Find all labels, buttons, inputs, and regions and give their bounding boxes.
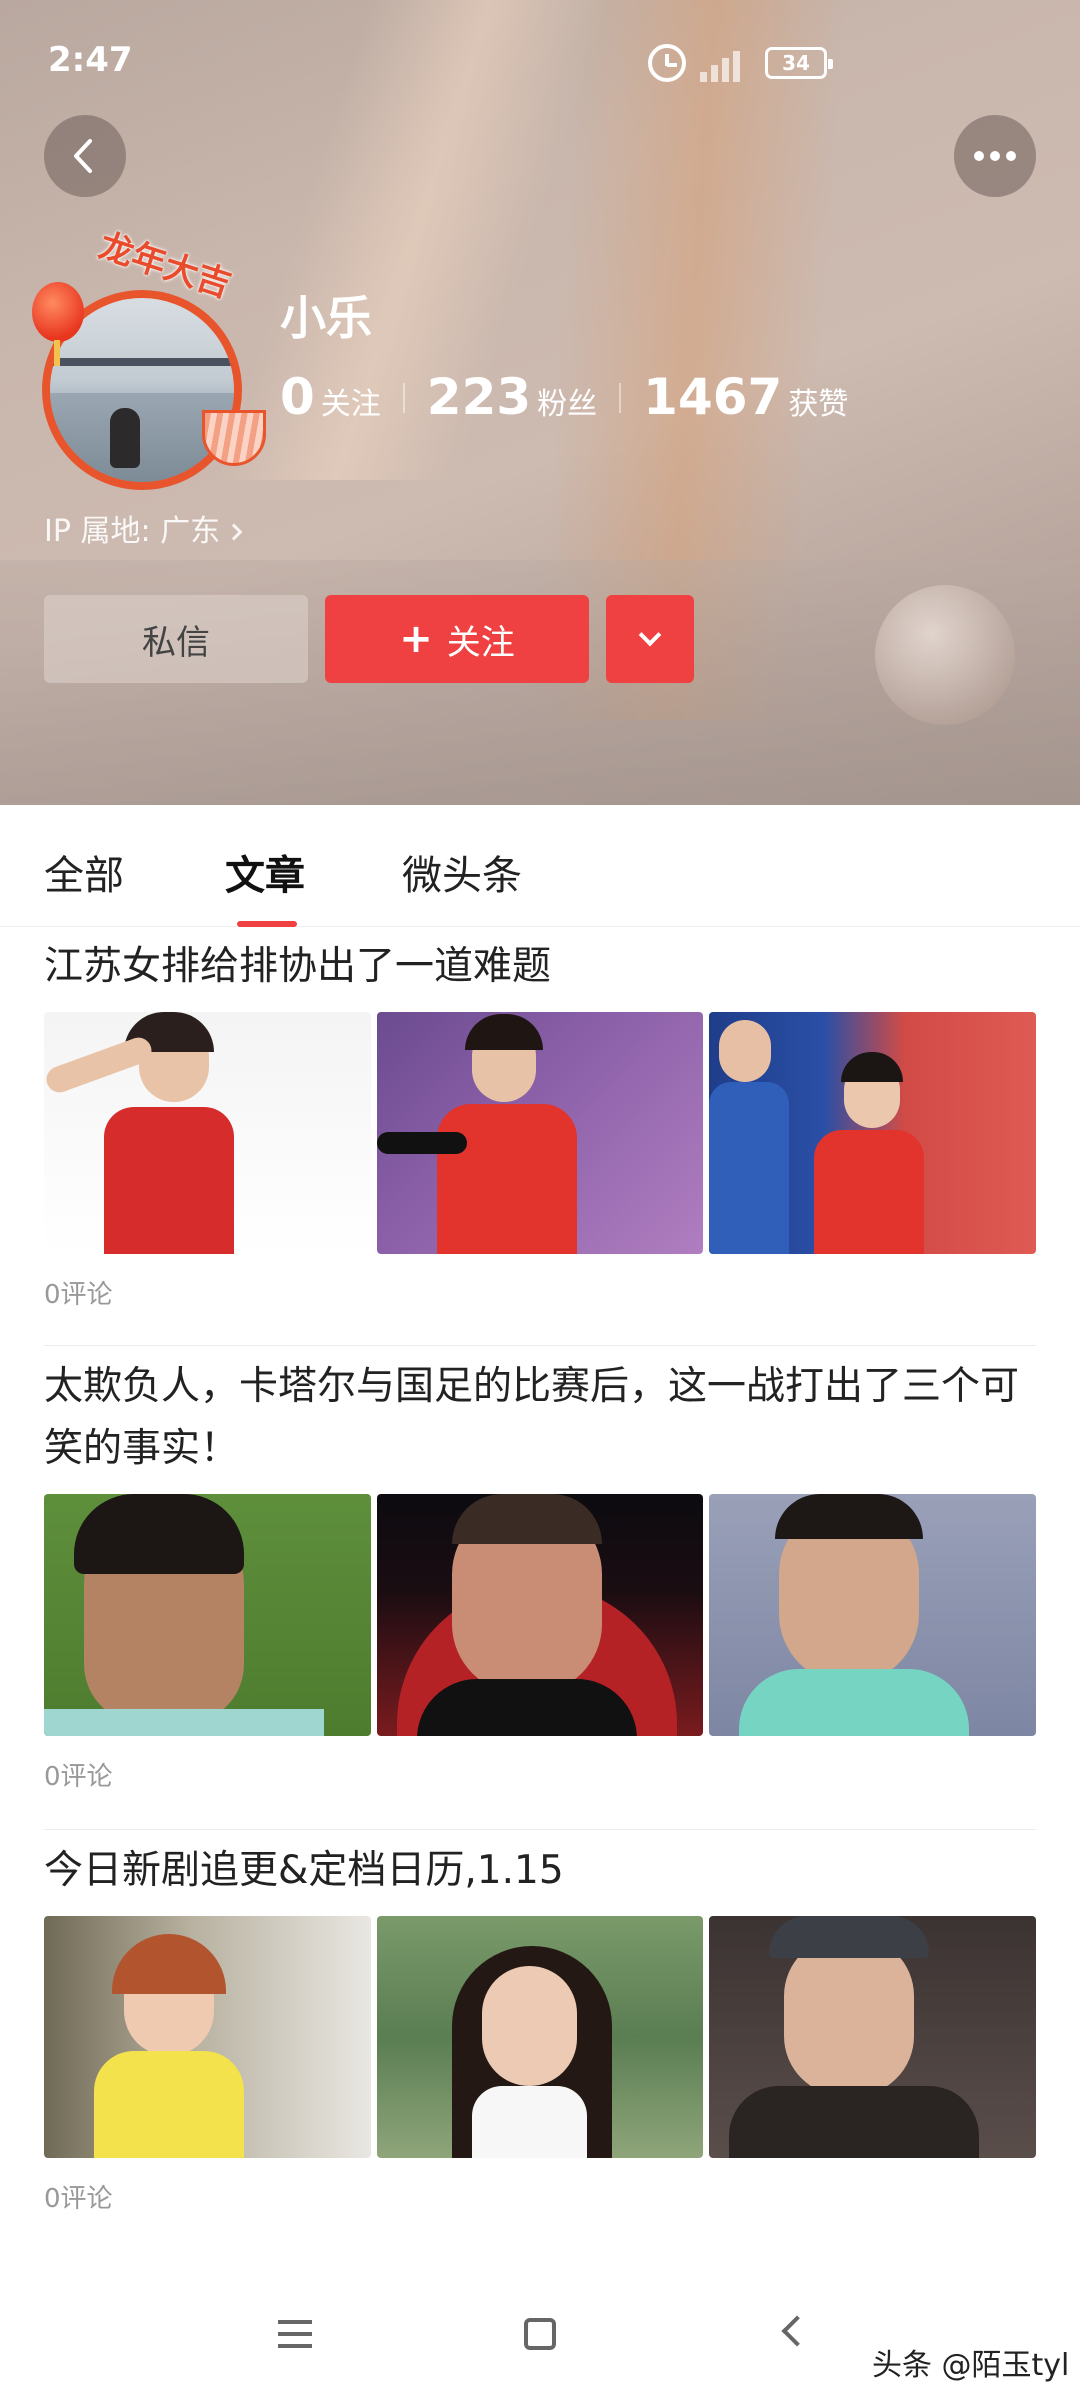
- article-image[interactable]: [376, 1494, 704, 1736]
- more-button[interactable]: [954, 115, 1036, 197]
- ip-location-text: IP 属地: 广东: [44, 514, 221, 549]
- comment-count: 0评论: [44, 1762, 113, 1792]
- content-tabs: 全部 文章 微头条: [0, 805, 1080, 927]
- ip-location[interactable]: IP 属地: 广东: [44, 506, 243, 550]
- tab-articles[interactable]: 文章: [225, 843, 305, 901]
- back-button[interactable]: [44, 115, 126, 197]
- article-title[interactable]: 今日新剧追更&定档日历,1.15: [44, 1840, 1036, 1902]
- article-title[interactable]: 太欺负人，卡塔尔与国足的比赛后，这一战打出了三个可笑的事实！: [44, 1356, 1036, 1480]
- stat-divider: [619, 383, 622, 413]
- chevron-down-icon: [638, 623, 662, 647]
- menu-icon[interactable]: [278, 2320, 312, 2348]
- watermark: 头条 @陌玉tyl: [872, 2348, 1070, 2383]
- divider: [44, 1345, 1036, 1346]
- plus-icon: +: [399, 616, 433, 662]
- article-card[interactable]: 江苏女排给排协出了一道难题 0评论: [44, 936, 1037, 1311]
- lantern-icon: [32, 282, 84, 366]
- article-image[interactable]: [376, 1916, 704, 2158]
- following-label[interactable]: 关注: [321, 379, 381, 423]
- article-image[interactable]: [709, 1916, 1037, 2158]
- comment-count: 0评论: [44, 1280, 113, 1310]
- article-card[interactable]: 今日新剧追更&定档日历,1.15 0评论: [44, 1840, 1037, 2215]
- likes-count: 1467: [643, 368, 783, 426]
- message-button[interactable]: 私信: [44, 595, 308, 683]
- article-image[interactable]: [44, 1012, 371, 1254]
- article-images: [44, 1012, 1037, 1254]
- back-arrow-icon: [74, 139, 92, 173]
- fan-icon: [202, 410, 266, 466]
- status-time: 2:47: [48, 40, 133, 80]
- divider: [44, 1829, 1036, 1830]
- followers-label[interactable]: 粉丝: [537, 379, 597, 423]
- header-bg-ball: [875, 585, 1015, 725]
- article-image[interactable]: [709, 1012, 1037, 1254]
- comment-count: 0评论: [44, 2184, 113, 2214]
- article-title[interactable]: 江苏女排给排协出了一道难题: [44, 936, 1036, 998]
- following-count[interactable]: 0: [280, 368, 315, 426]
- status-bar: 2:47 34: [0, 0, 1080, 120]
- tab-all[interactable]: 全部: [44, 843, 124, 901]
- likes-label: 获赞: [788, 387, 849, 422]
- avatar[interactable]: 龙年大吉: [30, 226, 266, 490]
- signal-icon: [700, 48, 748, 82]
- stat-divider: [402, 383, 405, 413]
- profile-name: 小乐: [280, 291, 372, 345]
- article-image[interactable]: [44, 1494, 371, 1736]
- alarm-icon: [648, 44, 686, 82]
- article-card[interactable]: 太欺负人，卡塔尔与国足的比赛后，这一战打出了三个可笑的事实！ 0评论: [44, 1356, 1037, 1793]
- active-tab-indicator: [237, 921, 297, 927]
- article-image[interactable]: [44, 1916, 371, 2158]
- follow-button-label: 关注: [446, 622, 515, 663]
- more-dots-icon: [974, 151, 1016, 161]
- profile-stats: 0 关注 223 粉丝 1467 获赞: [280, 368, 848, 428]
- tab-micro-headlines[interactable]: 微头条: [402, 843, 522, 901]
- follow-button[interactable]: + 关注: [325, 595, 589, 683]
- article-images: [44, 1916, 1037, 2158]
- chevron-right-icon: [225, 523, 243, 541]
- home-icon[interactable]: [524, 2318, 556, 2350]
- article-image[interactable]: [376, 1012, 704, 1254]
- profile-header: 2:47 34 龙年大吉 小乐 0 关注 223 粉丝 1467 获赞 IP 属…: [0, 0, 1080, 805]
- article-images: [44, 1494, 1037, 1736]
- follow-dropdown-button[interactable]: [606, 595, 694, 683]
- message-button-label: 私信: [142, 622, 210, 663]
- back-icon[interactable]: [781, 2315, 813, 2347]
- battery-icon: 34: [765, 47, 833, 79]
- followers-count[interactable]: 223: [427, 368, 531, 426]
- article-image[interactable]: [709, 1494, 1037, 1736]
